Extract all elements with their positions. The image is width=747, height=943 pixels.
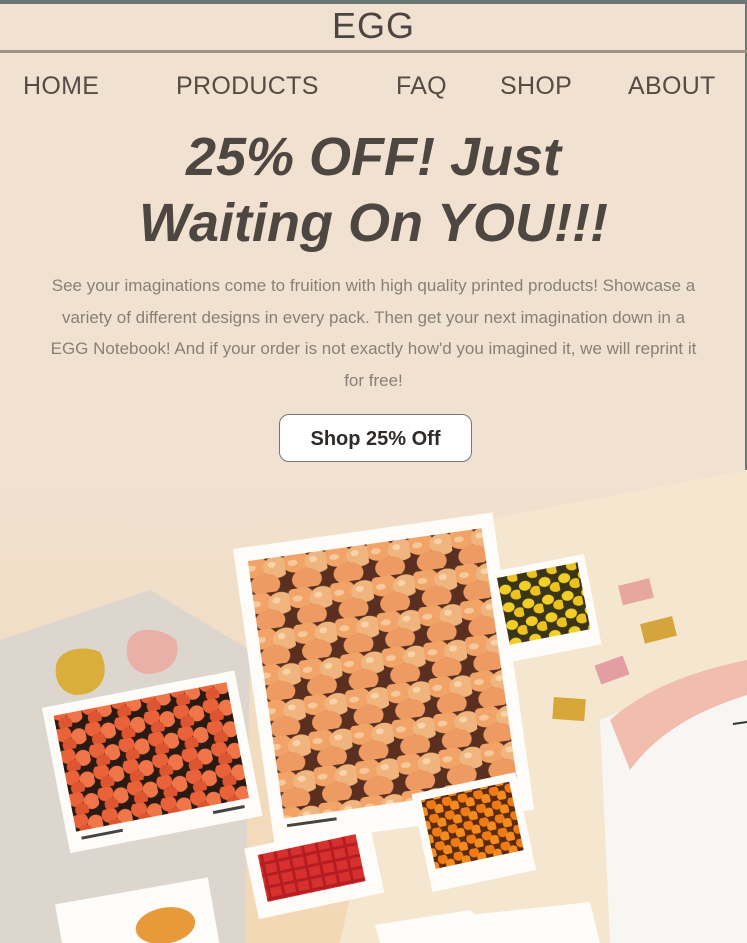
nav-shop[interactable]: SHOP	[500, 72, 572, 101]
promo-description: See your imaginations come to fruition w…	[33, 270, 714, 396]
description-line-1: See your imaginations come to fruition w…	[51, 276, 696, 295]
description-line-4: for free!	[344, 370, 403, 390]
headline-line-2: Waiting On YOU!!!	[139, 193, 608, 253]
nav-home[interactable]: HOME	[23, 72, 99, 101]
hero-product-image	[0, 470, 747, 943]
nav-about[interactable]: ABOUT	[628, 72, 716, 101]
site-logo[interactable]: EGG	[0, 4, 747, 48]
description-line-2: variety of different designs in every pa…	[61, 307, 686, 327]
description-line-3: EGG Notebook! And if your order is not e…	[50, 339, 697, 358]
headline-line-1: 25% OFF! Just	[185, 127, 562, 187]
shop-25-off-button[interactable]: Shop 25% Off	[279, 414, 472, 462]
brand-header: EGG	[0, 4, 747, 53]
main-nav: HOME PRODUCTS FAQ SHOP ABOUT	[0, 72, 747, 106]
nav-products[interactable]: PRODUCTS	[176, 72, 319, 101]
promo-headline: 25% OFF! Just Waiting On YOU!!!	[0, 124, 747, 256]
nav-faq[interactable]: FAQ	[396, 72, 447, 101]
